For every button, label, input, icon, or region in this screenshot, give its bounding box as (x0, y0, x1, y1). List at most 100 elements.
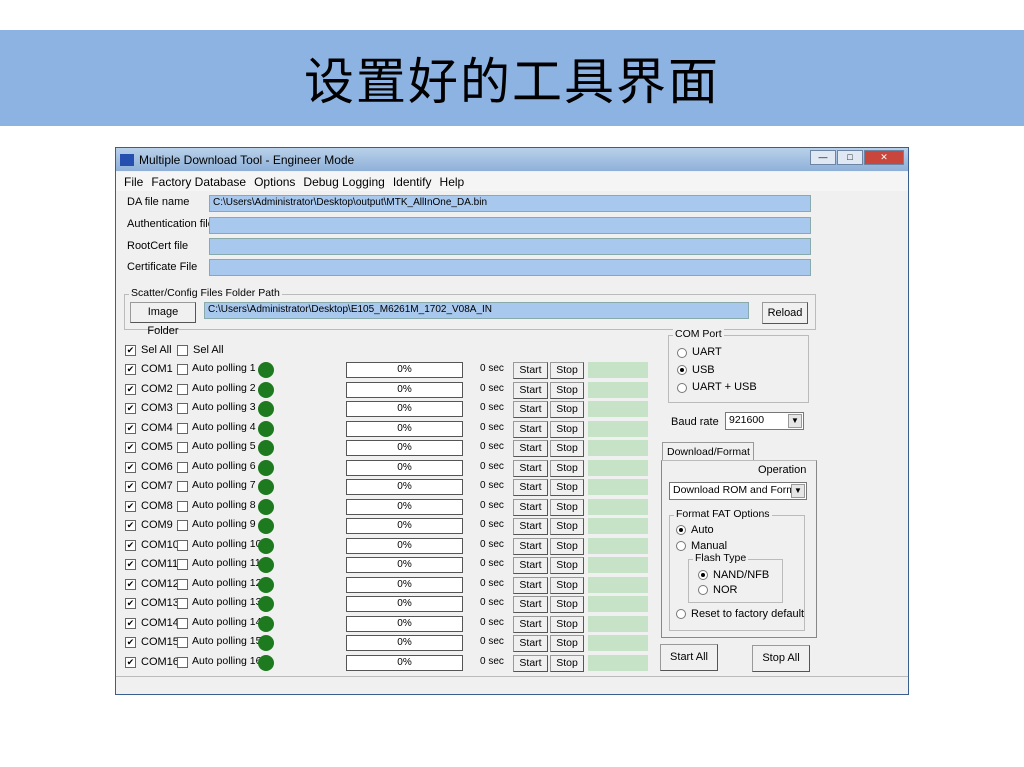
stop-button[interactable]: Stop (550, 635, 584, 652)
com-checkbox[interactable]: ✔ (125, 422, 136, 434)
stop-button[interactable]: Stop (550, 537, 584, 555)
com-checkbox[interactable]: ✔ (125, 637, 136, 648)
auto-polling-checkbox[interactable] (177, 617, 188, 629)
progress-bar: 0% (346, 362, 463, 378)
com-checkbox[interactable]: ✔ (125, 481, 136, 492)
auto-polling-checkbox[interactable] (177, 520, 188, 531)
start-button[interactable]: Start (513, 654, 548, 672)
stop-button[interactable]: Stop (550, 362, 584, 379)
menu-factory-database[interactable]: Factory Database (151, 175, 246, 189)
start-button[interactable]: Start (513, 440, 548, 457)
com-checkbox[interactable]: ✔ (125, 598, 136, 609)
stop-button[interactable]: Stop (550, 381, 584, 399)
stop-all-button[interactable]: Stop All (752, 645, 810, 672)
manual-radio[interactable] (676, 541, 686, 551)
elapsed-time: 0 sec (480, 460, 504, 472)
start-button[interactable]: Start (513, 576, 548, 594)
auto-polling-checkbox[interactable] (177, 578, 188, 590)
close-button[interactable]: ✕ (864, 150, 904, 165)
menu-help[interactable]: Help (440, 175, 465, 189)
auto-polling-checkbox[interactable] (177, 656, 188, 668)
start-button[interactable]: Start (513, 420, 548, 438)
reset-factory-radio[interactable] (676, 609, 686, 619)
da-file-field[interactable]: C:\Users\Administrator\Desktop\output\MT… (209, 195, 811, 212)
stop-button[interactable]: Stop (550, 401, 584, 418)
auth-file-field[interactable] (209, 217, 811, 234)
sel-all-checkbox[interactable]: ✔ (125, 345, 136, 356)
stop-button[interactable]: Stop (550, 557, 584, 574)
auto-polling-checkbox[interactable] (177, 500, 188, 512)
start-button[interactable]: Start (513, 635, 548, 652)
stop-button[interactable]: Stop (550, 615, 584, 633)
auto-polling-checkbox[interactable] (177, 598, 188, 609)
start-button[interactable]: Start (513, 596, 548, 613)
auto-polling-checkbox[interactable] (177, 559, 188, 570)
com-checkbox[interactable]: ✔ (125, 364, 136, 375)
nor-radio[interactable] (698, 585, 708, 595)
progress-bar: 0% (346, 479, 463, 495)
stop-button[interactable]: Stop (550, 440, 584, 457)
com-checkbox[interactable]: ✔ (125, 578, 136, 590)
scatter-path-field[interactable]: C:\Users\Administrator\Desktop\E105_M626… (204, 302, 749, 319)
image-folder-button[interactable]: Image Folder (130, 302, 196, 337)
baud-rate-select[interactable]: 921600 ▼ (725, 412, 804, 430)
stop-button[interactable]: Stop (550, 518, 584, 535)
start-button[interactable]: Start (513, 362, 548, 379)
auto-polling-checkbox[interactable] (177, 403, 188, 414)
start-button[interactable]: Start (513, 479, 548, 496)
start-button[interactable]: Start (513, 401, 548, 418)
certificate-file-field[interactable] (209, 259, 811, 276)
elapsed-time: 0 sec (480, 402, 504, 413)
auto-polling-checkbox[interactable] (177, 481, 188, 492)
menu-options[interactable]: Options (254, 175, 295, 189)
stop-button[interactable]: Stop (550, 479, 584, 496)
auto-polling-checkbox[interactable] (177, 637, 188, 648)
stop-button[interactable]: Stop (550, 654, 584, 672)
start-button[interactable]: Start (513, 615, 548, 633)
uart-usb-radio[interactable] (677, 383, 687, 393)
menu-debug-logging[interactable]: Debug Logging (303, 175, 384, 189)
start-button[interactable]: Start (513, 537, 548, 555)
usb-radio[interactable] (677, 365, 687, 375)
com-checkbox[interactable]: ✔ (125, 617, 136, 629)
start-button[interactable]: Start (513, 381, 548, 399)
menu-identify[interactable]: Identify (393, 175, 432, 189)
rootcert-file-field[interactable] (209, 238, 811, 255)
auto-polling-checkbox[interactable] (177, 539, 188, 551)
com-checkbox[interactable]: ✔ (125, 539, 136, 551)
com-checkbox[interactable]: ✔ (125, 500, 136, 512)
auto-polling-checkbox[interactable] (177, 422, 188, 434)
stop-button[interactable]: Stop (550, 596, 584, 613)
com-checkbox[interactable]: ✔ (125, 559, 136, 570)
operation-select[interactable]: Download ROM and Forma ▼ (669, 482, 807, 500)
auto-radio[interactable] (676, 525, 686, 535)
auto-polling-checkbox[interactable] (177, 442, 188, 453)
tab-download-format[interactable]: Download/Format (662, 442, 754, 461)
sel-all-polling-checkbox[interactable] (177, 345, 188, 356)
com-checkbox[interactable]: ✔ (125, 461, 136, 473)
minimize-button[interactable]: — (810, 150, 836, 165)
menu-file[interactable]: File (124, 175, 143, 189)
auto-polling-label: Auto polling 16 (192, 654, 262, 667)
stop-button[interactable]: Stop (550, 498, 584, 516)
start-all-button[interactable]: Start All (660, 644, 718, 671)
maximize-button[interactable]: □ (837, 150, 863, 165)
reload-button[interactable]: Reload (762, 302, 808, 324)
start-button[interactable]: Start (513, 498, 548, 516)
com-checkbox[interactable]: ✔ (125, 383, 136, 395)
stop-button[interactable]: Stop (550, 576, 584, 594)
start-button[interactable]: Start (513, 459, 548, 477)
com-checkbox[interactable]: ✔ (125, 656, 136, 668)
com-checkbox[interactable]: ✔ (125, 442, 136, 453)
auto-polling-checkbox[interactable] (177, 364, 188, 375)
start-button[interactable]: Start (513, 518, 548, 535)
com-checkbox[interactable]: ✔ (125, 403, 136, 414)
stop-button[interactable]: Stop (550, 420, 584, 438)
nand-radio[interactable] (698, 570, 708, 580)
start-button[interactable]: Start (513, 557, 548, 574)
uart-radio[interactable] (677, 348, 687, 358)
com-checkbox[interactable]: ✔ (125, 520, 136, 531)
stop-button[interactable]: Stop (550, 459, 584, 477)
auto-polling-checkbox[interactable] (177, 383, 188, 395)
auto-polling-checkbox[interactable] (177, 461, 188, 473)
